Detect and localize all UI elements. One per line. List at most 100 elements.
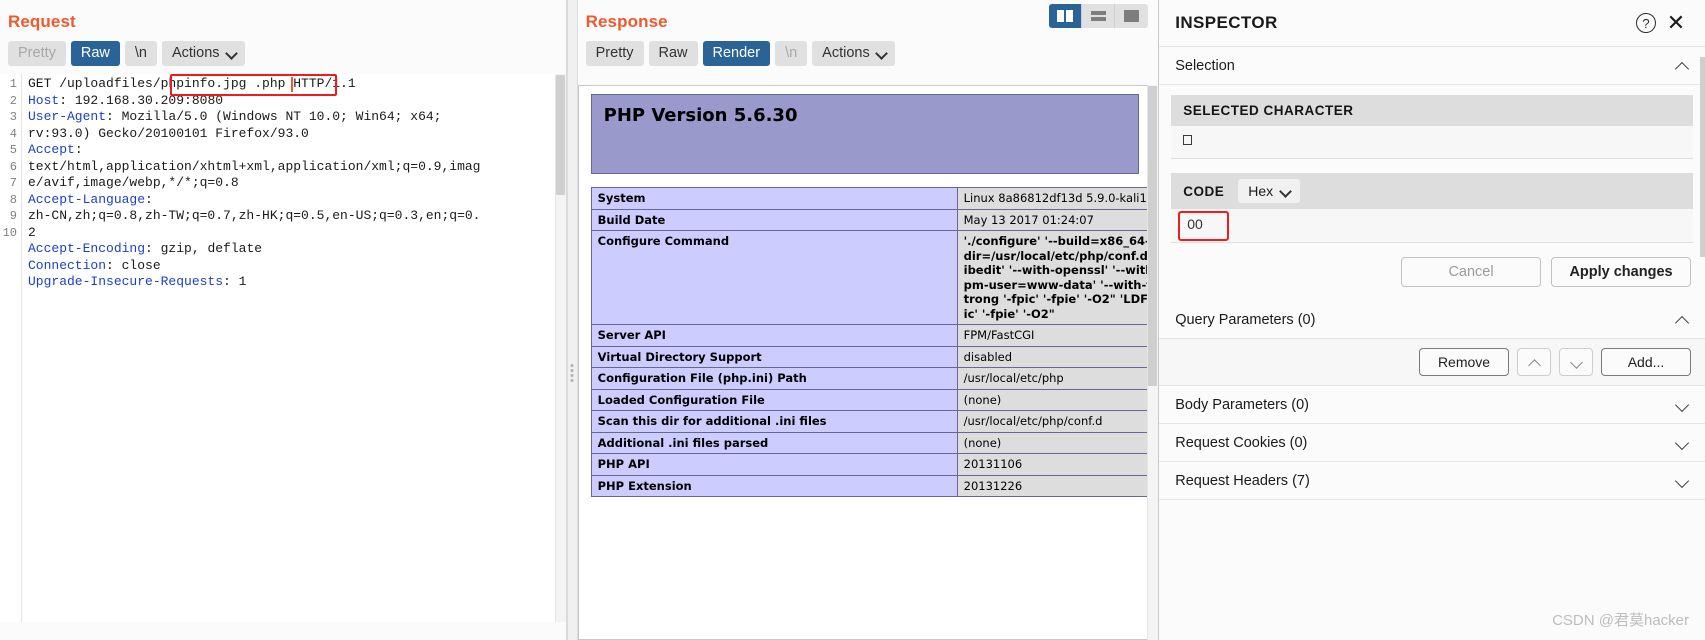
- section-label: Body Parameters (0): [1175, 396, 1309, 413]
- table-row: Virtual Directory Support disabled: [590, 345, 1148, 368]
- response-scrollbar[interactable]: [1147, 85, 1159, 640]
- response-tab-raw[interactable]: Raw: [648, 41, 698, 66]
- chevron-down-icon: [227, 49, 236, 58]
- inspector-panel: INSPECTOR ? ✕ Selection SELECTED CHARACT…: [1158, 0, 1705, 640]
- request-raw-text[interactable]: GET /uploadfiles/phpinfo.jpg .php HTTP/1…: [22, 74, 566, 622]
- row-key: Loaded Configuration File: [590, 388, 958, 411]
- layout-single-pane-button[interactable]: [1115, 4, 1149, 28]
- phpinfo-banner: PHP Version 5.6.30: [590, 94, 1139, 174]
- inspector-scrollbar[interactable]: [1699, 47, 1705, 640]
- split-horizontal-icon: [1090, 11, 1106, 21]
- request-line-numbers: 1 2 3 4 5 6 7 8 9 10: [0, 74, 22, 622]
- table-row: Server API FPM/FastCGI: [590, 324, 1148, 347]
- request-toolbar: Pretty Raw \n Actions: [0, 32, 566, 66]
- response-toolbar: Pretty Raw Render \n Actions: [578, 32, 1159, 66]
- header-connection: Connection: [28, 257, 107, 273]
- selected-character-card: SELECTED CHARACTER: [1171, 95, 1694, 159]
- request-panel-title: Request: [8, 12, 76, 31]
- request-line-1: GET /uploadfiles/phpinfo.jpg .php HTTP/1…: [28, 76, 356, 91]
- response-panel: Response Pretty Raw Render \n Actions PH…: [577, 0, 1159, 640]
- selected-character-value[interactable]: [1171, 126, 1694, 159]
- chevron-down-icon: [1676, 436, 1689, 449]
- question-circle-icon: ?: [1636, 13, 1657, 33]
- inspector-section-body-parameters[interactable]: Body Parameters (0): [1159, 386, 1705, 424]
- apply-changes-button[interactable]: Apply changes: [1551, 257, 1692, 287]
- response-render-view: PHP Version 5.6.30 System Linux 8a86812d…: [577, 85, 1149, 640]
- response-actions-label: Actions: [822, 45, 870, 61]
- inspector-header: INSPECTOR ? ✕: [1159, 0, 1705, 47]
- cancel-button[interactable]: Cancel: [1401, 257, 1542, 287]
- inspector-section-request-headers[interactable]: Request Headers (7): [1159, 462, 1705, 500]
- code-format-select[interactable]: Hex: [1238, 179, 1301, 203]
- row-key: PHP API: [590, 453, 958, 476]
- table-row: System Linux 8a86812df13d 5.9.0-kali1: [590, 187, 1148, 210]
- text-caret: [291, 77, 293, 92]
- row-key: Configure Command: [590, 230, 958, 325]
- php-version-heading: PHP Version 5.6.30: [603, 105, 798, 126]
- burp-suite-window: Request Pretty Raw \n Actions 1 2 3 4 5 …: [0, 0, 1705, 640]
- row-key: PHP Extension: [590, 474, 958, 497]
- code-card: CODE Hex 00: [1171, 173, 1694, 243]
- layout-split-vertical-button[interactable]: [1049, 4, 1083, 28]
- single-pane-icon: [1124, 10, 1140, 22]
- move-parameter-down-button[interactable]: [1559, 348, 1594, 376]
- code-card-header: CODE Hex: [1171, 173, 1694, 209]
- request-actions-button[interactable]: Actions: [161, 41, 245, 66]
- section-label: Query Parameters (0): [1175, 311, 1316, 328]
- row-value: (none): [956, 388, 1148, 411]
- request-scrollbar-thumb[interactable]: [555, 75, 565, 195]
- inspector-section-selection[interactable]: Selection: [1159, 47, 1705, 85]
- request-tab-newline[interactable]: \n: [124, 41, 157, 66]
- response-tab-newline[interactable]: \n: [775, 41, 808, 66]
- panel-splitter[interactable]: [566, 0, 578, 640]
- move-parameter-up-button[interactable]: [1517, 348, 1552, 376]
- header-accept: Accept: [28, 142, 75, 157]
- response-scrollbar-thumb[interactable]: [1148, 86, 1158, 386]
- section-label: Request Headers (7): [1175, 472, 1310, 489]
- request-editor[interactable]: 1 2 3 4 5 6 7 8 9 10 GET /uploadfiles/ph…: [0, 74, 566, 622]
- splitter-grip: [570, 364, 574, 383]
- chevron-down-icon: [1281, 187, 1290, 196]
- request-tab-pretty[interactable]: Pretty: [8, 41, 66, 66]
- code-label: CODE: [1183, 183, 1225, 199]
- inspector-title: INSPECTOR: [1175, 13, 1278, 32]
- code-format-value: Hex: [1248, 183, 1274, 199]
- section-label: Request Cookies (0): [1175, 434, 1308, 451]
- table-row: Loaded Configuration File (none): [590, 388, 1148, 411]
- section-label: Selection: [1175, 57, 1235, 74]
- inspector-section-request-cookies[interactable]: Request Cookies (0): [1159, 424, 1705, 462]
- code-value-input[interactable]: 00: [1183, 215, 1207, 233]
- phpinfo-page: PHP Version 5.6.30 System Linux 8a86812d…: [579, 86, 1148, 497]
- row-value: FPM/FastCGI: [956, 324, 1148, 347]
- close-inspector-button[interactable]: ✕: [1661, 8, 1691, 38]
- request-panel: Request Pretty Raw \n Actions 1 2 3 4 5 …: [0, 0, 567, 640]
- inspector-section-query-parameters[interactable]: Query Parameters (0): [1159, 301, 1705, 339]
- request-tab-raw[interactable]: Raw: [70, 41, 120, 66]
- header-host: Host: [28, 92, 60, 108]
- code-value-row: 00: [1171, 209, 1694, 243]
- chevron-down-icon: [1571, 357, 1582, 368]
- row-value: /usr/local/etc/php/conf.d: [956, 410, 1148, 433]
- row-value: 20131106: [956, 453, 1148, 476]
- split-vertical-icon: [1057, 10, 1074, 22]
- add-parameter-button[interactable]: Add...: [1601, 348, 1692, 376]
- row-value: /usr/local/etc/php: [956, 367, 1148, 390]
- chevron-up-icon: [1676, 313, 1689, 326]
- table-row: Scan this dir for additional .ini files …: [590, 410, 1148, 433]
- layout-split-horizontal-button[interactable]: [1082, 4, 1116, 28]
- selected-character-title: SELECTED CHARACTER: [1171, 95, 1694, 126]
- row-key: Virtual Directory Support: [590, 345, 958, 368]
- chevron-up-icon: [1676, 59, 1689, 72]
- row-key: System: [590, 187, 958, 210]
- row-key: Scan this dir for additional .ini files: [590, 410, 958, 433]
- chevron-down-icon: [1676, 398, 1689, 411]
- response-actions-button[interactable]: Actions: [812, 41, 895, 66]
- response-tab-pretty[interactable]: Pretty: [585, 41, 644, 66]
- remove-parameter-button[interactable]: Remove: [1419, 348, 1510, 376]
- response-tab-render[interactable]: Render: [702, 41, 771, 66]
- request-actions-label: Actions: [171, 45, 220, 61]
- help-button[interactable]: ?: [1631, 8, 1661, 38]
- chevron-up-icon: [1529, 357, 1540, 368]
- inspector-scrollbar-thumb[interactable]: [1700, 57, 1705, 257]
- request-scrollbar[interactable]: [554, 74, 566, 622]
